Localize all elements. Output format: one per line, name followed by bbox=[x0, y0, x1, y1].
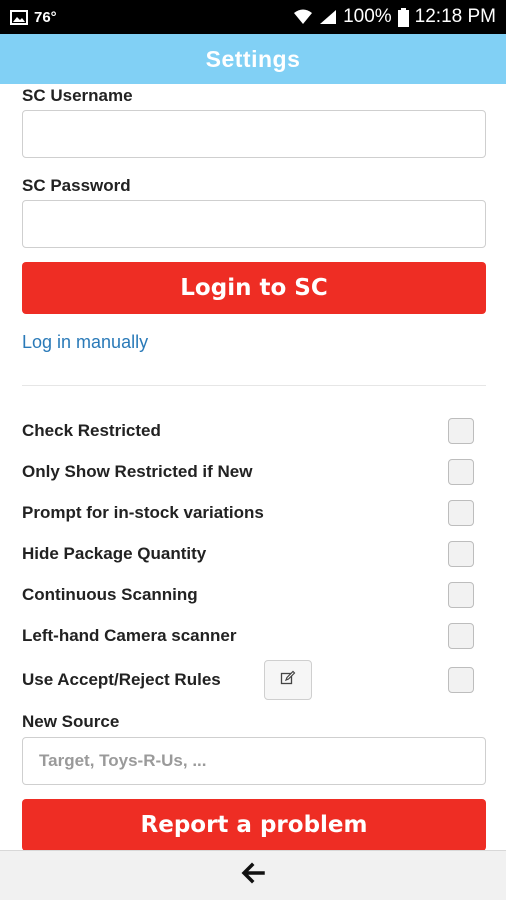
battery-percent: 100% bbox=[343, 6, 392, 27]
continuous-scanning-checkbox[interactable] bbox=[448, 582, 474, 608]
username-label: SC Username bbox=[22, 86, 133, 105]
option-label: Left-hand Camera scanner bbox=[22, 626, 237, 645]
prompt-variations-checkbox[interactable] bbox=[448, 500, 474, 526]
wifi-icon bbox=[293, 9, 313, 25]
option-label: Check Restricted bbox=[22, 421, 161, 440]
battery-icon bbox=[397, 7, 409, 27]
option-label: Hide Package Quantity bbox=[22, 544, 207, 563]
left-hand-camera-checkbox[interactable] bbox=[448, 623, 474, 649]
signal-icon bbox=[319, 9, 337, 25]
check-restricted-checkbox[interactable] bbox=[448, 418, 474, 444]
status-bar: 76° 100% 12:18 PM bbox=[0, 0, 506, 34]
option-prompt-in-stock-variations: Prompt for in-stock variations bbox=[22, 498, 486, 528]
log-in-manually-link[interactable]: Log in manually bbox=[22, 332, 148, 353]
divider bbox=[22, 385, 486, 386]
report-problem-button[interactable]: Report a problem bbox=[22, 799, 486, 851]
option-label: Use Accept/Reject Rules bbox=[22, 670, 221, 689]
page-title: Settings bbox=[205, 45, 301, 72]
new-source-input[interactable] bbox=[22, 737, 486, 785]
edit-icon bbox=[280, 670, 296, 691]
navigation-bar bbox=[0, 850, 506, 900]
username-input[interactable] bbox=[22, 110, 486, 158]
back-arrow-icon[interactable] bbox=[241, 862, 265, 889]
only-show-restricted-checkbox[interactable] bbox=[448, 459, 474, 485]
clock: 12:18 PM bbox=[414, 6, 496, 27]
option-continuous-scanning: Continuous Scanning bbox=[22, 580, 486, 610]
edit-rules-button[interactable] bbox=[264, 660, 312, 700]
option-label: Prompt for in-stock variations bbox=[22, 503, 264, 522]
option-label: Continuous Scanning bbox=[22, 585, 198, 604]
option-only-show-restricted-new: Only Show Restricted if New bbox=[22, 457, 486, 487]
image-icon bbox=[10, 9, 28, 25]
temperature-text: 76° bbox=[34, 8, 57, 26]
option-accept-reject-rules: Use Accept/Reject Rules bbox=[22, 665, 486, 695]
new-source-label: New Source bbox=[22, 712, 120, 731]
option-left-hand-camera: Left-hand Camera scanner bbox=[22, 621, 486, 651]
password-label: SC Password bbox=[22, 176, 131, 195]
hide-package-quantity-checkbox[interactable] bbox=[448, 541, 474, 567]
login-button[interactable]: Login to SC bbox=[22, 262, 486, 314]
accept-reject-rules-checkbox[interactable] bbox=[448, 667, 474, 693]
option-label: Only Show Restricted if New bbox=[22, 462, 253, 481]
option-check-restricted: Check Restricted bbox=[22, 416, 486, 446]
app-header: Settings bbox=[0, 34, 506, 84]
password-input[interactable] bbox=[22, 200, 486, 248]
option-hide-package-quantity: Hide Package Quantity bbox=[22, 539, 486, 569]
